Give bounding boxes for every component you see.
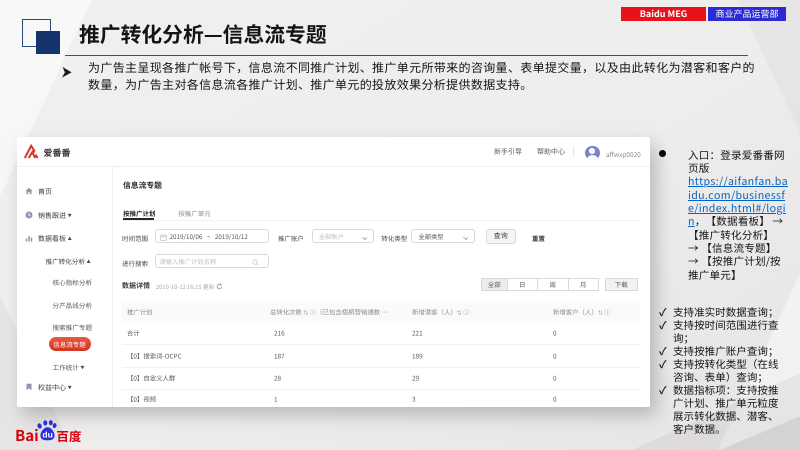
svg-text:du: du [43,429,53,439]
